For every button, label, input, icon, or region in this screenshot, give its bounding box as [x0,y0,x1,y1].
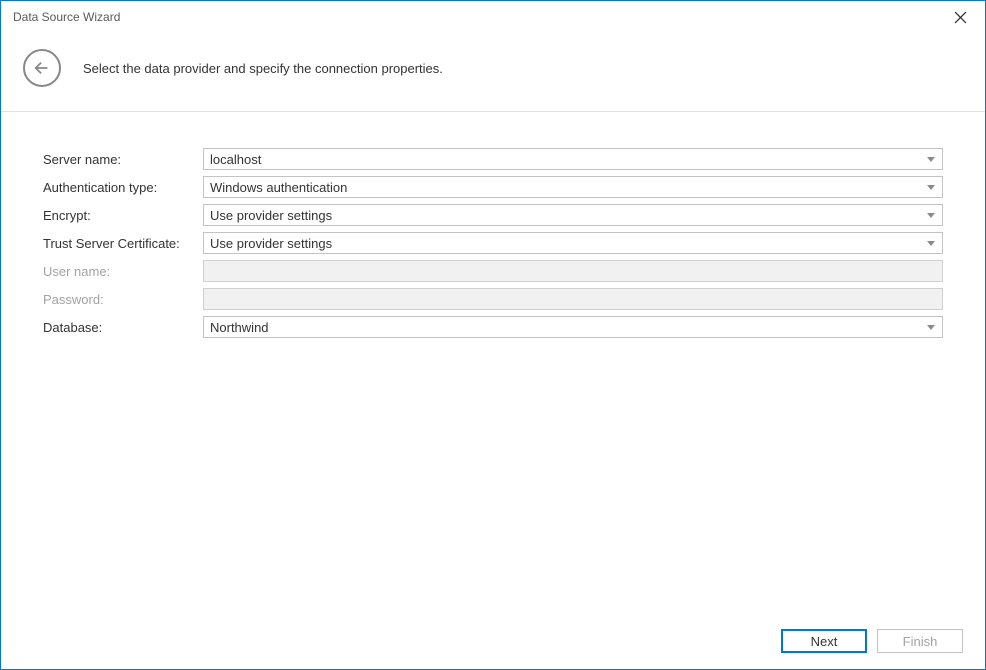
chevron-down-icon[interactable] [926,325,936,330]
label-server-name: Server name: [43,152,203,167]
back-button[interactable] [23,49,61,87]
input-password [203,288,943,310]
row-encrypt: Encrypt: Use provider settings [43,204,943,226]
next-button[interactable]: Next [781,629,867,653]
label-password: Password: [43,292,203,307]
form-area: Server name: localhost Authentication ty… [1,112,985,617]
label-trust-cert: Trust Server Certificate: [43,236,203,251]
row-trust-cert: Trust Server Certificate: Use provider s… [43,232,943,254]
arrow-left-icon [33,59,51,77]
row-user-name: User name: [43,260,943,282]
chevron-down-icon[interactable] [926,241,936,246]
select-trust-cert[interactable]: Use provider settings [203,232,943,254]
label-database: Database: [43,320,203,335]
chevron-down-icon[interactable] [926,213,936,218]
row-server-name: Server name: localhost [43,148,943,170]
select-database[interactable]: Northwind [203,316,943,338]
value-server-name: localhost [210,152,926,167]
instruction-text: Select the data provider and specify the… [83,61,443,76]
row-password: Password: [43,288,943,310]
chevron-down-icon[interactable] [926,157,936,162]
row-database: Database: Northwind [43,316,943,338]
value-encrypt: Use provider settings [210,208,926,223]
window-title: Data Source Wizard [13,10,943,24]
footer: Next Finish [1,617,985,669]
row-auth-type: Authentication type: Windows authenticat… [43,176,943,198]
input-user-name [203,260,943,282]
value-database: Northwind [210,320,926,335]
close-icon [954,11,967,24]
wizard-window: Data Source Wizard Select the data provi… [0,0,986,670]
titlebar: Data Source Wizard [1,1,985,33]
select-encrypt[interactable]: Use provider settings [203,204,943,226]
label-auth-type: Authentication type: [43,180,203,195]
value-trust-cert: Use provider settings [210,236,926,251]
finish-button: Finish [877,629,963,653]
label-user-name: User name: [43,264,203,279]
input-server-name[interactable]: localhost [203,148,943,170]
close-button[interactable] [943,4,977,30]
value-auth-type: Windows authentication [210,180,926,195]
wizard-header: Select the data provider and specify the… [1,33,985,112]
label-encrypt: Encrypt: [43,208,203,223]
select-auth-type[interactable]: Windows authentication [203,176,943,198]
chevron-down-icon[interactable] [926,185,936,190]
